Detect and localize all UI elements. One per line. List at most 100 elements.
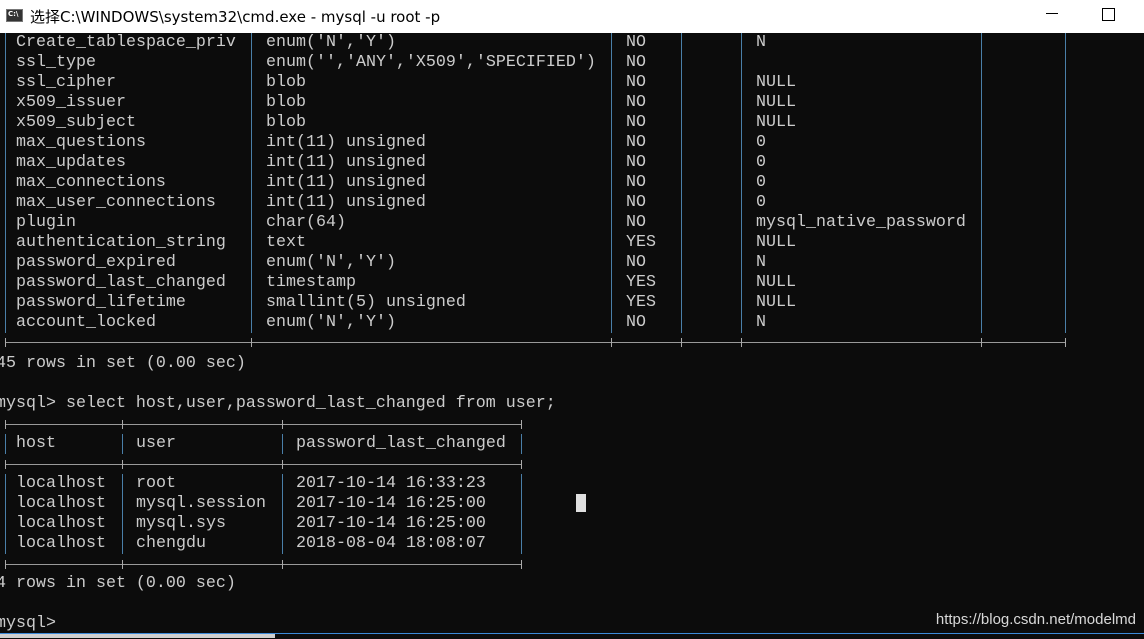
table-border xyxy=(5,342,1065,343)
table-cell: localhost xyxy=(16,514,106,533)
table-cell: ssl_cipher xyxy=(16,73,116,92)
border-corner xyxy=(521,560,522,569)
column-separator xyxy=(5,33,6,333)
column-separator xyxy=(5,434,6,454)
title-bar: 选择C:\WINDOWS\system32\cmd.exe - mysql -u… xyxy=(0,0,1144,33)
table-cell: NULL xyxy=(756,113,796,132)
column-separator xyxy=(521,474,522,554)
border-corner xyxy=(521,420,522,429)
table-cell: N xyxy=(756,313,766,332)
table-cell: max_connections xyxy=(16,173,166,192)
table-cell: password_lifetime xyxy=(16,293,186,312)
table-cell: int(11) unsigned xyxy=(266,173,426,192)
table-cell: password_expired xyxy=(16,253,176,272)
border-corner xyxy=(5,338,6,347)
maximize-icon[interactable] xyxy=(1102,8,1115,21)
column-header: host xyxy=(16,434,56,453)
table-cell: blob xyxy=(266,113,306,132)
window-title: 选择C:\WINDOWS\system32\cmd.exe - mysql -u… xyxy=(30,8,441,26)
column-separator xyxy=(251,33,252,333)
table-cell: int(11) unsigned xyxy=(266,153,426,172)
table-cell: timestamp xyxy=(266,273,356,292)
table-cell: account_locked xyxy=(16,313,156,332)
border-corner xyxy=(282,420,283,429)
table-cell: YES xyxy=(626,233,656,252)
border-corner xyxy=(122,460,123,469)
table-cell: enum('N','Y') xyxy=(266,33,396,52)
table-cell: NULL xyxy=(756,293,796,312)
table-cell: Create_tablespace_priv xyxy=(16,33,236,52)
border-corner xyxy=(282,560,283,569)
border-corner xyxy=(282,460,283,469)
table-border xyxy=(5,424,521,425)
cmd-icon xyxy=(6,9,23,22)
column-separator xyxy=(282,434,283,454)
table-cell: chengdu xyxy=(136,534,206,553)
watermark: https://blog.csdn.net/modelmd xyxy=(935,611,1136,628)
table-cell: 2017-10-14 16:33:23 xyxy=(296,474,486,493)
table-cell: NO xyxy=(626,253,646,272)
table-cell: NO xyxy=(626,313,646,332)
column-separator xyxy=(282,474,283,554)
border-corner xyxy=(251,338,252,347)
table-cell: ssl_type xyxy=(16,53,96,72)
table-cell: x509_issuer xyxy=(16,93,126,112)
table-cell: NO xyxy=(626,193,646,212)
table-cell: localhost xyxy=(16,494,106,513)
table-cell: char(64) xyxy=(266,213,346,232)
terminal-output[interactable]: 45 rows in set (0.00 sec) mysql> select … xyxy=(0,33,1144,633)
table-cell: authentication_string xyxy=(16,233,226,252)
column-separator xyxy=(1065,33,1066,333)
table-border xyxy=(5,564,521,565)
table-cell: NO xyxy=(626,113,646,132)
column-separator xyxy=(5,474,6,554)
column-separator xyxy=(681,33,682,333)
table-cell: NO xyxy=(626,173,646,192)
column-separator xyxy=(981,33,982,333)
column-separator xyxy=(122,474,123,554)
column-separator xyxy=(741,33,742,333)
table-cell: localhost xyxy=(16,534,106,553)
border-corner xyxy=(1065,338,1066,347)
border-corner xyxy=(981,338,982,347)
table-cell: localhost xyxy=(16,474,106,493)
table-cell: NO xyxy=(626,73,646,92)
table-cell: NULL xyxy=(756,93,796,112)
select-summary: 4 rows in set (0.00 sec) xyxy=(0,574,236,593)
table-cell: YES xyxy=(626,293,656,312)
border-corner xyxy=(5,420,6,429)
table-cell: 2017-10-14 16:25:00 xyxy=(296,514,486,533)
table-cell: 2017-10-14 16:25:00 xyxy=(296,494,486,513)
border-corner xyxy=(122,560,123,569)
table-cell: 0 xyxy=(756,193,766,212)
table-cell: blob xyxy=(266,73,306,92)
column-header: user xyxy=(136,434,176,453)
table-cell: mysql.session xyxy=(136,494,266,513)
table-cell: enum('N','Y') xyxy=(266,253,396,272)
table-cell: password_last_changed xyxy=(16,273,226,292)
table-cell: YES xyxy=(626,273,656,292)
minimize-icon[interactable] xyxy=(1046,13,1058,14)
column-header: password_last_changed xyxy=(296,434,506,453)
table-cell: 0 xyxy=(756,153,766,172)
table-cell: 0 xyxy=(756,173,766,192)
describe-summary: 45 rows in set (0.00 sec) xyxy=(0,354,246,373)
table-cell: mysql.sys xyxy=(136,514,226,533)
table-cell: NO xyxy=(626,153,646,172)
table-cell: max_user_connections xyxy=(16,193,216,212)
table-cell: 0 xyxy=(756,133,766,152)
border-corner xyxy=(681,338,682,347)
prompt[interactable]: mysql> xyxy=(0,614,56,633)
border-corner xyxy=(5,460,6,469)
table-cell: NO xyxy=(626,133,646,152)
table-cell: NO xyxy=(626,33,646,52)
table-cell: NO xyxy=(626,53,646,72)
scrollbar-thumb[interactable] xyxy=(0,634,275,638)
column-separator xyxy=(611,33,612,333)
command-line: mysql> select host,user,password_last_ch… xyxy=(0,394,556,413)
table-cell: text xyxy=(266,233,306,252)
table-cell: plugin xyxy=(16,213,76,232)
text-cursor xyxy=(576,494,586,512)
table-cell: NO xyxy=(626,213,646,232)
table-cell: x509_subject xyxy=(16,113,136,132)
